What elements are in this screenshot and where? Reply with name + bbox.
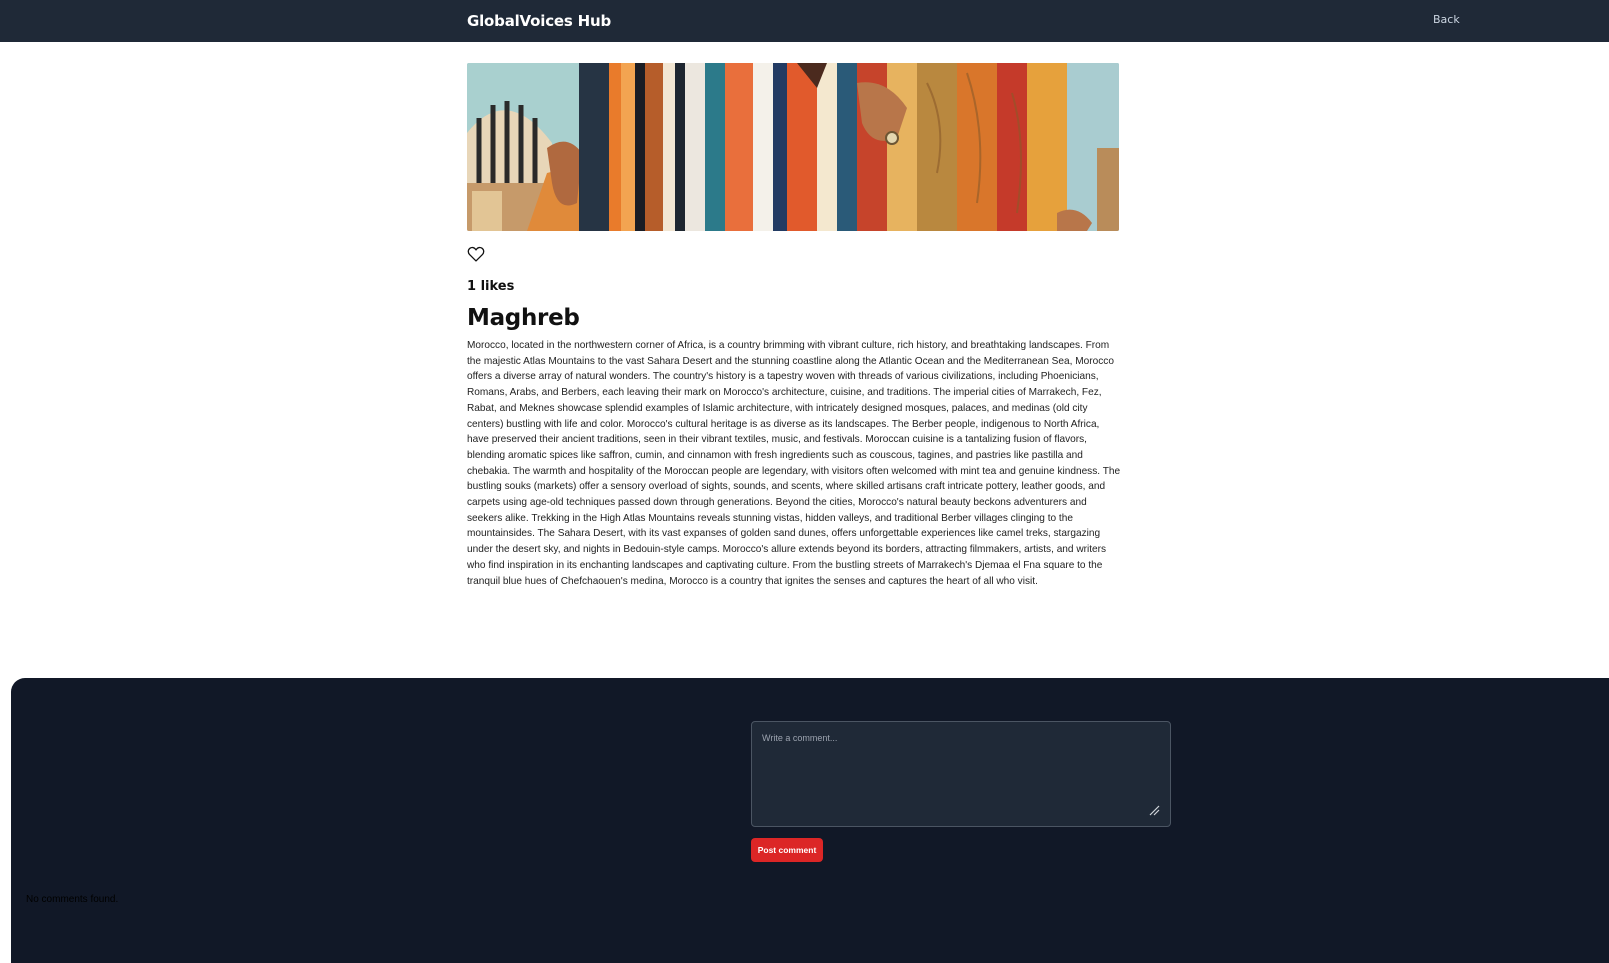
post-hero-image: [467, 63, 1119, 231]
like-button[interactable]: [466, 246, 486, 264]
cultural-banner-image: [467, 63, 1119, 231]
heart-outline-icon: [467, 246, 485, 262]
top-navbar: GlobalVoices Hub Back: [0, 0, 1609, 42]
empty-comments-message: No comments found.: [26, 894, 119, 905]
post-comment-button[interactable]: Post comment: [751, 838, 823, 862]
resize-handle-icon[interactable]: [1148, 804, 1160, 816]
back-link[interactable]: Back: [1433, 13, 1460, 26]
comment-input[interactable]: [751, 721, 1171, 827]
post-body: Morocco, located in the northwestern cor…: [467, 340, 1121, 587]
post-title: Maghreb: [467, 305, 580, 331]
site-brand[interactable]: GlobalVoices Hub: [467, 12, 611, 30]
likes-count: 1 likes: [467, 279, 515, 294]
